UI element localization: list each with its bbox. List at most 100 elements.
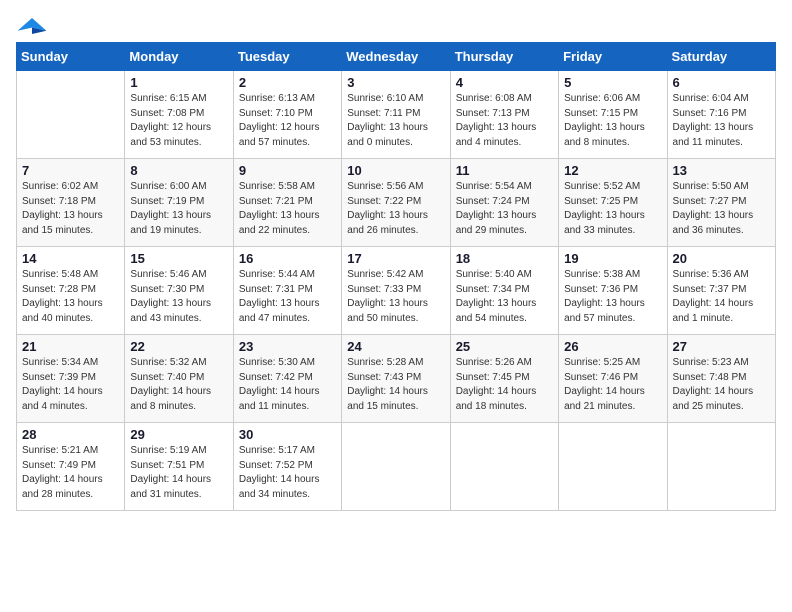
day-number: 25 [456,339,553,354]
day-number: 23 [239,339,336,354]
day-info: Sunrise: 5:23 AM Sunset: 7:48 PM Dayligh… [673,356,770,414]
day-cell [450,423,558,511]
day-cell: 1 Sunrise: 6:15 AM Sunset: 7:08 PM Daylig… [125,71,233,159]
day-number: 7 [22,163,119,178]
day-cell: 23 Sunrise: 5:30 AM Sunset: 7:42 PM Dayli… [233,335,341,423]
day-cell: 29Sunrise: 5:19 AM Sunset: 7:51 PM Dayli… [125,423,233,511]
day-info: Sunrise: 5:52 AM Sunset: 7:25 PM Dayligh… [564,180,661,238]
day-number: 8 [130,163,227,178]
day-number: 6 [673,75,770,90]
day-cell: 24 Sunrise: 5:28 AM Sunset: 7:43 PM Dayli… [342,335,450,423]
col-header-saturday: Saturday [667,43,775,71]
day-cell: 6 Sunrise: 6:04 AM Sunset: 7:16 PM Daylig… [667,71,775,159]
header-row: SundayMondayTuesdayWednesdayThursdayFrid… [17,43,776,71]
day-info: Sunrise: 5:38 AM Sunset: 7:36 PM Dayligh… [564,268,661,326]
day-info: Sunrise: 6:13 AM Sunset: 7:10 PM Dayligh… [239,92,336,150]
day-number: 21 [22,339,119,354]
day-cell: 5Sunrise: 6:06 AM Sunset: 7:15 PM Daylig… [559,71,667,159]
day-cell [342,423,450,511]
day-number: 12 [564,163,661,178]
day-info: Sunrise: 5:54 AM Sunset: 7:24 PM Dayligh… [456,180,553,238]
day-info: Sunrise: 5:40 AM Sunset: 7:34 PM Dayligh… [456,268,553,326]
week-row-5: 28 Sunrise: 5:21 AM Sunset: 7:49 PM Dayli… [17,423,776,511]
day-info: Sunrise: 6:02 AM Sunset: 7:18 PM Dayligh… [22,180,119,238]
calendar: SundayMondayTuesdayWednesdayThursdayFrid… [16,42,776,511]
col-header-friday: Friday [559,43,667,71]
day-cell: 26 Sunrise: 5:25 AM Sunset: 7:46 PM Dayli… [559,335,667,423]
day-cell: 11 Sunrise: 5:54 AM Sunset: 7:24 PM Dayli… [450,159,558,247]
day-cell: 18Sunrise: 5:40 AM Sunset: 7:34 PM Dayli… [450,247,558,335]
day-number: 1 [130,75,227,90]
logo-icon [16,16,48,36]
day-number: 11 [456,163,553,178]
day-cell: 21 Sunrise: 5:34 AM Sunset: 7:39 PM Dayli… [17,335,125,423]
day-number: 4 [456,75,553,90]
day-cell: 7 Sunrise: 6:02 AM Sunset: 7:18 PM Daylig… [17,159,125,247]
day-cell: 17Sunrise: 5:42 AM Sunset: 7:33 PM Dayli… [342,247,450,335]
day-cell: 27 Sunrise: 5:23 AM Sunset: 7:48 PM Dayli… [667,335,775,423]
week-row-2: 7 Sunrise: 6:02 AM Sunset: 7:18 PM Daylig… [17,159,776,247]
day-cell [17,71,125,159]
day-info: Sunrise: 6:15 AM Sunset: 7:08 PM Dayligh… [130,92,227,150]
day-info: Sunrise: 6:08 AM Sunset: 7:13 PM Dayligh… [456,92,553,150]
day-info: Sunrise: 5:46 AM Sunset: 7:30 PM Dayligh… [130,268,227,326]
day-cell: 3 Sunrise: 6:10 AM Sunset: 7:11 PM Daylig… [342,71,450,159]
day-info: Sunrise: 6:10 AM Sunset: 7:11 PM Dayligh… [347,92,444,150]
day-number: 30 [239,427,336,442]
day-cell: 14Sunrise: 5:48 AM Sunset: 7:28 PM Dayli… [17,247,125,335]
day-number: 3 [347,75,444,90]
day-cell: 20Sunrise: 5:36 AM Sunset: 7:37 PM Dayli… [667,247,775,335]
day-cell: 15 Sunrise: 5:46 AM Sunset: 7:30 PM Dayli… [125,247,233,335]
col-header-thursday: Thursday [450,43,558,71]
day-cell: 25 Sunrise: 5:26 AM Sunset: 7:45 PM Dayli… [450,335,558,423]
day-number: 27 [673,339,770,354]
day-info: Sunrise: 5:26 AM Sunset: 7:45 PM Dayligh… [456,356,553,414]
day-cell: 8 Sunrise: 6:00 AM Sunset: 7:19 PM Daylig… [125,159,233,247]
col-header-wednesday: Wednesday [342,43,450,71]
day-number: 15 [130,251,227,266]
day-number: 10 [347,163,444,178]
day-cell [667,423,775,511]
day-info: Sunrise: 5:32 AM Sunset: 7:40 PM Dayligh… [130,356,227,414]
week-row-1: 1 Sunrise: 6:15 AM Sunset: 7:08 PM Daylig… [17,71,776,159]
day-cell: 12 Sunrise: 5:52 AM Sunset: 7:25 PM Dayli… [559,159,667,247]
day-info: Sunrise: 5:34 AM Sunset: 7:39 PM Dayligh… [22,356,119,414]
day-info: Sunrise: 6:04 AM Sunset: 7:16 PM Dayligh… [673,92,770,150]
day-info: Sunrise: 5:21 AM Sunset: 7:49 PM Dayligh… [22,444,119,502]
day-cell: 9Sunrise: 5:58 AM Sunset: 7:21 PM Daylig… [233,159,341,247]
day-number: 22 [130,339,227,354]
day-cell: 2Sunrise: 6:13 AM Sunset: 7:10 PM Daylig… [233,71,341,159]
day-cell: 22 Sunrise: 5:32 AM Sunset: 7:40 PM Dayli… [125,335,233,423]
day-cell: 16Sunrise: 5:44 AM Sunset: 7:31 PM Dayli… [233,247,341,335]
logo [16,16,52,36]
day-info: Sunrise: 5:17 AM Sunset: 7:52 PM Dayligh… [239,444,336,502]
col-header-tuesday: Tuesday [233,43,341,71]
day-cell: 13Sunrise: 5:50 AM Sunset: 7:27 PM Dayli… [667,159,775,247]
day-number: 9 [239,163,336,178]
day-number: 5 [564,75,661,90]
day-info: Sunrise: 5:36 AM Sunset: 7:37 PM Dayligh… [673,268,770,326]
day-info: Sunrise: 5:42 AM Sunset: 7:33 PM Dayligh… [347,268,444,326]
week-row-4: 21 Sunrise: 5:34 AM Sunset: 7:39 PM Dayli… [17,335,776,423]
day-cell: 19 Sunrise: 5:38 AM Sunset: 7:36 PM Dayli… [559,247,667,335]
day-info: Sunrise: 5:30 AM Sunset: 7:42 PM Dayligh… [239,356,336,414]
day-number: 26 [564,339,661,354]
col-header-sunday: Sunday [17,43,125,71]
day-cell [559,423,667,511]
day-cell: 4 Sunrise: 6:08 AM Sunset: 7:13 PM Daylig… [450,71,558,159]
day-info: Sunrise: 6:00 AM Sunset: 7:19 PM Dayligh… [130,180,227,238]
day-number: 19 [564,251,661,266]
day-number: 29 [130,427,227,442]
day-info: Sunrise: 5:25 AM Sunset: 7:46 PM Dayligh… [564,356,661,414]
day-number: 28 [22,427,119,442]
day-info: Sunrise: 5:44 AM Sunset: 7:31 PM Dayligh… [239,268,336,326]
day-info: Sunrise: 5:56 AM Sunset: 7:22 PM Dayligh… [347,180,444,238]
col-header-monday: Monday [125,43,233,71]
day-info: Sunrise: 5:28 AM Sunset: 7:43 PM Dayligh… [347,356,444,414]
day-cell: 28 Sunrise: 5:21 AM Sunset: 7:49 PM Dayli… [17,423,125,511]
header [16,16,776,36]
week-row-3: 14Sunrise: 5:48 AM Sunset: 7:28 PM Dayli… [17,247,776,335]
day-info: Sunrise: 5:50 AM Sunset: 7:27 PM Dayligh… [673,180,770,238]
day-number: 24 [347,339,444,354]
day-info: Sunrise: 5:48 AM Sunset: 7:28 PM Dayligh… [22,268,119,326]
